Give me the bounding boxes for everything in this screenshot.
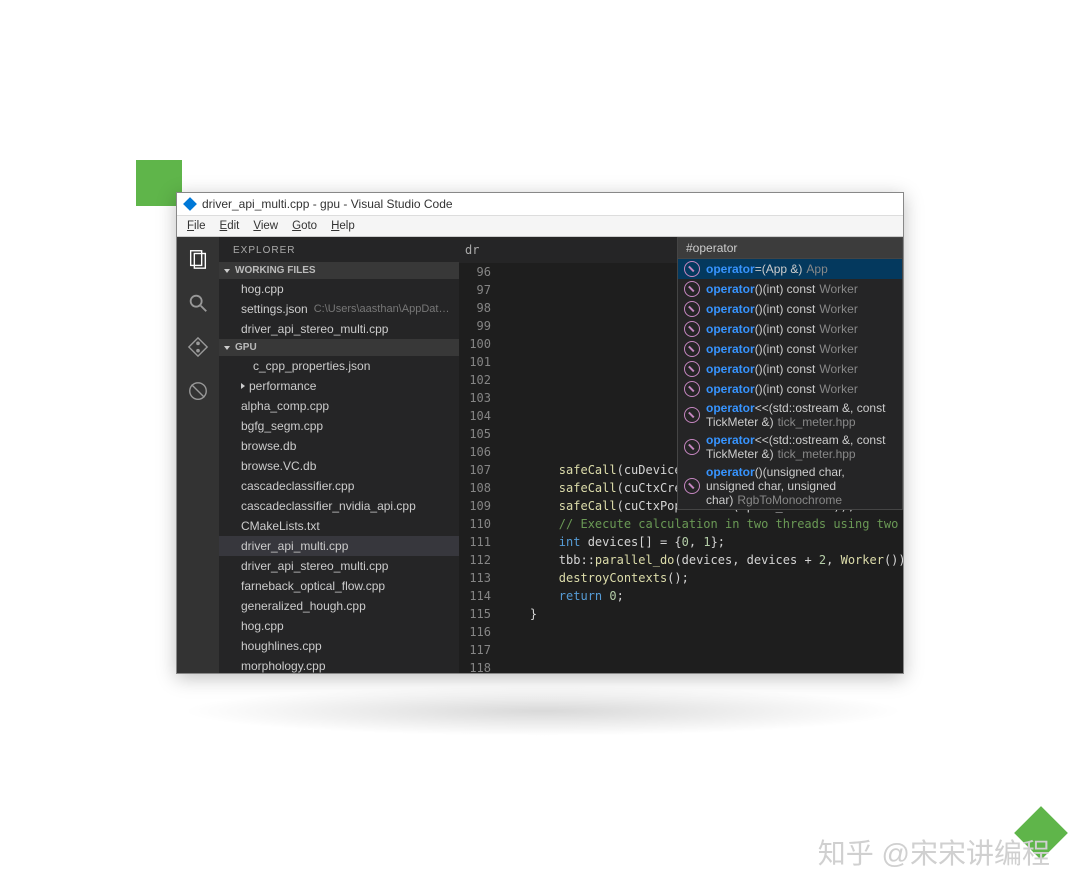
gutter: 9697989910010110210310410510610710810911… [459,263,501,673]
intellisense-item[interactable]: operator<<(std::ostream &, const TickMet… [678,431,902,463]
method-icon [684,261,700,277]
file-item[interactable]: hog.cpp [219,616,459,636]
file-item[interactable]: driver_api_stereo_multi.cpp [219,556,459,576]
intellisense-item[interactable]: operator=(App &)App [678,259,902,279]
menu-bar: FileEditViewGotoHelp [177,215,903,237]
vscode-window: driver_api_multi.cpp - gpu - Visual Stud… [176,192,904,674]
intellisense-item[interactable]: operator()(int) constWorker [678,299,902,319]
debug-icon[interactable] [186,379,210,403]
method-icon [684,301,700,317]
method-icon [684,341,700,357]
working-file[interactable]: settings.jsonC:\Users\aasthan\AppData... [219,299,459,319]
method-icon [684,321,700,337]
working-file[interactable]: driver_api_stereo_multi.cpp [219,319,459,339]
intellisense-filter[interactable]: #operator [678,238,902,259]
menu-goto[interactable]: Goto [286,218,323,234]
menu-file[interactable]: File [181,218,212,234]
intellisense-item[interactable]: operator<<(std::ostream &, const TickMet… [678,399,902,431]
file-item[interactable]: performance [219,376,459,396]
git-icon[interactable] [186,335,210,359]
intellisense-item[interactable]: operator()(int) constWorker [678,359,902,379]
chevron-down-icon [224,346,230,350]
intellisense-item[interactable]: operator()(int) constWorker [678,379,902,399]
method-icon [684,361,700,377]
intellisense-item[interactable]: operator()(int) constWorker [678,279,902,299]
editor[interactable]: dr 9697989910010110210310410510610710810… [459,237,903,673]
working-files-header[interactable]: WORKING FILES [219,262,459,279]
sidebar-title: EXPLORER [219,237,459,262]
watermark-text: 知乎 @宋宋讲编程 [818,832,1050,872]
intellisense-item[interactable]: operator()(int) constWorker [678,319,902,339]
sidebar: EXPLORER WORKING FILES hog.cppsettings.j… [219,237,459,673]
file-item[interactable]: browse.VC.db [219,456,459,476]
menu-edit[interactable]: Edit [214,218,246,234]
window-shadow [180,686,906,736]
search-icon[interactable] [186,291,210,315]
chevron-down-icon [224,269,230,273]
file-item[interactable]: browse.db [219,436,459,456]
method-icon [684,439,700,455]
vscode-icon [183,197,197,211]
intellisense-item[interactable]: operator()(int) constWorker [678,339,902,359]
file-item[interactable]: houghlines.cpp [219,636,459,656]
file-item[interactable]: generalized_hough.cpp [219,596,459,616]
file-item[interactable]: bgfg_segm.cpp [219,416,459,436]
file-item[interactable]: morphology.cpp [219,656,459,673]
menu-help[interactable]: Help [325,218,361,234]
file-item[interactable]: cascadeclassifier_nvidia_api.cpp [219,496,459,516]
file-item[interactable]: farneback_optical_flow.cpp [219,576,459,596]
explorer-icon[interactable] [186,247,210,271]
method-icon [684,407,700,423]
file-item[interactable]: cascadeclassifier.cpp [219,476,459,496]
activity-bar [177,237,219,673]
intellisense-popup: #operator operator=(App &)Appoperator()(… [677,237,903,510]
method-icon [684,381,700,397]
project-header[interactable]: GPU [219,339,459,356]
file-item[interactable]: driver_api_multi.cpp [219,536,459,556]
working-file[interactable]: hog.cpp [219,279,459,299]
method-icon [684,478,700,494]
file-item[interactable]: CMakeLists.txt [219,516,459,536]
menu-view[interactable]: View [247,218,284,234]
title-bar[interactable]: driver_api_multi.cpp - gpu - Visual Stud… [177,193,903,215]
intellisense-item[interactable]: operator()(unsigned char, unsigned char,… [678,463,902,509]
window-title: driver_api_multi.cpp - gpu - Visual Stud… [202,197,453,211]
file-item[interactable]: alpha_comp.cpp [219,396,459,416]
method-icon [684,281,700,297]
file-item[interactable]: c_cpp_properties.json [219,356,459,376]
